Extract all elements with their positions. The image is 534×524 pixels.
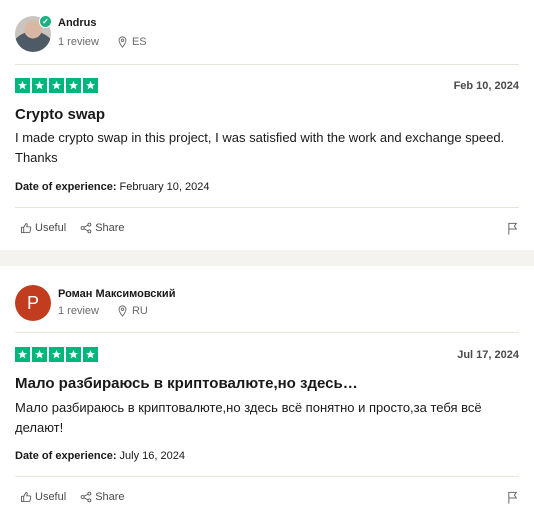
experience-label: Date of experience:: [15, 450, 117, 462]
reviewer-name[interactable]: Andrus: [58, 17, 97, 29]
share-label: Share: [95, 222, 125, 234]
star-rating: [15, 78, 98, 93]
review-actions: Useful Share: [20, 222, 125, 234]
star-icon: [32, 347, 47, 362]
review-card: P Роман Максимовский 1 review RU Jul 17,…: [0, 266, 534, 524]
date-of-experience: Date of experience: February 10, 2024: [15, 181, 209, 193]
star-icon: [66, 347, 81, 362]
star-icon: [66, 78, 81, 93]
useful-button[interactable]: Useful: [20, 491, 66, 503]
star-rating: [15, 347, 98, 362]
review-count: 1 review: [58, 36, 99, 48]
reviewer-country: ES: [131, 36, 147, 48]
share-button[interactable]: Share: [80, 222, 125, 234]
flag-icon[interactable]: [507, 491, 519, 504]
verified-check-icon: ✓: [39, 15, 52, 28]
useful-button[interactable]: Useful: [20, 222, 66, 234]
experience-date: February 10, 2024: [119, 181, 210, 193]
reviewer-meta: 1 review RU: [58, 305, 148, 317]
review-card: ✓ Andrus 1 review ES Feb 10, 2024 Crypto…: [0, 0, 534, 250]
review-title[interactable]: Мало разбираюсь в криптовалюте,но здесь…: [15, 375, 358, 392]
share-icon: [80, 222, 92, 234]
useful-label: Useful: [35, 491, 67, 503]
experience-date: July 16, 2024: [119, 450, 185, 462]
thumbs-up-icon: [21, 492, 32, 502]
star-icon: [83, 347, 98, 362]
reviewer-country: RU: [131, 305, 148, 317]
divider: [15, 207, 519, 208]
share-icon: [80, 491, 92, 503]
star-icon: [83, 78, 98, 93]
divider: [15, 64, 519, 65]
review-date: Jul 17, 2024: [457, 349, 519, 361]
star-icon: [49, 78, 64, 93]
review-date: Feb 10, 2024: [453, 80, 519, 92]
share-label: Share: [95, 491, 125, 503]
useful-label: Useful: [35, 222, 67, 234]
star-icon: [32, 78, 47, 93]
review-count: 1 review: [58, 305, 99, 317]
experience-label: Date of experience:: [15, 181, 117, 193]
divider: [15, 476, 519, 477]
share-button[interactable]: Share: [80, 491, 125, 503]
thumbs-up-icon: [21, 223, 32, 233]
review-body: I made crypto swap in this project, I wa…: [15, 130, 505, 165]
location-pin-icon: [118, 36, 127, 48]
location-pin-icon: [118, 305, 127, 317]
flag-icon[interactable]: [507, 222, 519, 235]
star-icon: [49, 347, 64, 362]
divider: [15, 332, 519, 333]
avatar[interactable]: P: [15, 285, 51, 321]
reviewer-meta: 1 review ES: [58, 36, 147, 48]
date-of-experience: Date of experience: July 16, 2024: [15, 450, 185, 462]
review-title[interactable]: Crypto swap: [15, 106, 105, 123]
review-actions: Useful Share: [20, 491, 125, 503]
star-icon: [15, 347, 30, 362]
review-body: Мало разбираюсь в криптовалюте,но здесь …: [15, 400, 482, 435]
reviewer-name[interactable]: Роман Максимовский: [58, 288, 175, 300]
star-icon: [15, 78, 30, 93]
